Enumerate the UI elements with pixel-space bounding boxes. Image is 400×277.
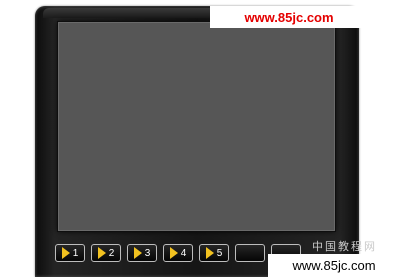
slide-button-label: 3: [144, 247, 151, 259]
watermark-url-bottom: www.85jc.com: [268, 254, 400, 277]
play-icon: [97, 247, 106, 259]
slide-thumbnail-bar: 1 2 3 4 5: [55, 244, 301, 266]
slide-button-label: 1: [72, 247, 79, 259]
slideshow-frame: 1 2 3 4 5: [35, 6, 359, 277]
faint-watermark-text: 中国教程网: [312, 241, 377, 253]
slide-button-1[interactable]: 1: [55, 244, 85, 262]
slide-button-4[interactable]: 4: [163, 244, 193, 262]
slide-button-5[interactable]: 5: [199, 244, 229, 262]
slide-button-2[interactable]: 2: [91, 244, 121, 262]
slide-display-area: [58, 22, 335, 231]
play-icon: [61, 247, 70, 259]
play-icon: [169, 247, 178, 259]
play-icon: [133, 247, 142, 259]
slide-button-label: 5: [216, 247, 223, 259]
slide-button-label: 4: [180, 247, 187, 259]
watermark-url-top: www.85jc.com: [210, 6, 368, 28]
play-icon: [205, 247, 214, 259]
slide-button-6[interactable]: [235, 244, 265, 262]
slide-button-label: 2: [108, 247, 115, 259]
slide-button-3[interactable]: 3: [127, 244, 157, 262]
